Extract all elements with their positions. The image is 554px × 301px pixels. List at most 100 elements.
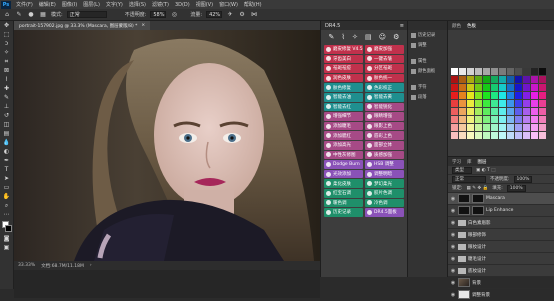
dodge-tool-icon[interactable]: ◐ [2,148,12,156]
image-canvas[interactable] [14,30,320,261]
swatch[interactable] [475,124,482,131]
brush-tool-icon[interactable]: ✎ [15,11,23,19]
layers-icon[interactable]: ▤ [365,33,372,41]
swatch[interactable] [475,108,482,115]
swatch[interactable] [467,100,474,107]
panel-shortcut-character[interactable]: 字符 [408,82,447,92]
brush-preset-icon[interactable]: ● [27,11,35,19]
menu-item-select[interactable]: 选择(S) [126,1,149,8]
wand-icon[interactable]: ✧ [352,33,358,41]
swatch[interactable] [507,124,514,131]
swatch[interactable] [531,68,538,75]
swatch[interactable] [483,92,490,99]
hand-tool-icon[interactable]: ✋ [2,193,12,201]
plugin-button[interactable]: 增强细节 [324,112,363,121]
panel-menu-icon[interactable]: ≡ [400,23,404,29]
swatch[interactable] [539,92,546,99]
swatch[interactable] [451,92,458,99]
swatch[interactable] [539,124,546,131]
swatch[interactable] [523,100,530,107]
user-icon[interactable]: ☺ [379,33,386,41]
tab-libraries[interactable]: 库 [467,159,472,165]
plugin-button[interactable]: 眼睛增强 [365,112,404,121]
swatch[interactable] [475,84,482,91]
plugin-button[interactable]: 胶片色调 [365,188,404,198]
swatch[interactable] [539,76,546,83]
eye-icon[interactable]: ◉ [450,232,456,238]
swatch[interactable] [459,100,466,107]
layer-row[interactable]: ◉ 底妆设计 [448,265,554,277]
plugin-button[interactable]: 智能去红 [324,102,363,112]
filter-icons-icon[interactable]: ▣ ◐ T ⬚ [476,168,495,173]
swatch[interactable] [523,84,530,91]
swatch[interactable] [467,132,474,139]
blend-mode-select[interactable]: 正常 [452,175,486,183]
plugin-button[interactable]: 梦幻柔光 [365,179,404,188]
swatch[interactable] [459,108,466,115]
swatch[interactable] [499,76,506,83]
swatch[interactable] [451,116,458,123]
plugin-button[interactable]: 智能去黄 [365,92,404,102]
brush-icon[interactable]: ✎ [329,33,335,41]
layer-row[interactable]: ◉ 睫毛设计 [448,253,554,265]
swatch[interactable] [539,132,546,139]
swatch[interactable] [491,108,498,115]
plugin-button[interactable]: 添加腮红 [324,131,363,140]
swatch[interactable] [507,84,514,91]
brush-tool-icon[interactable]: ✎ [2,94,12,102]
swatch[interactable] [491,100,498,107]
swatch[interactable] [475,92,482,99]
swatch[interactable] [459,68,466,75]
swatch[interactable] [451,68,458,75]
swatch[interactable] [499,132,506,139]
swatch[interactable] [483,124,490,131]
type-tool-icon[interactable]: T [2,166,12,174]
plugin-button[interactable]: 面部立体 [365,140,404,150]
swatch[interactable] [491,84,498,91]
swatch[interactable] [483,132,490,139]
swatch[interactable] [467,124,474,131]
swatch[interactable] [531,92,538,99]
plugin-button[interactable]: Dodge Burn [324,160,363,169]
plugin-button[interactable]: 眼影上色 [365,121,404,131]
plugin-button[interactable]: 牙齿美白 [324,54,363,64]
swatch[interactable] [475,116,482,123]
swatch[interactable] [531,84,538,91]
eye-icon[interactable]: ◉ [450,220,456,226]
swatch[interactable] [515,100,522,107]
layer-row[interactable]: ◉ Mascara [448,193,554,205]
swatch[interactable] [451,76,458,83]
swatch[interactable] [523,116,530,123]
swatch[interactable] [475,132,482,139]
plugin-button[interactable]: 唇彩上色 [365,131,404,140]
kind-filter-select[interactable]: 类型 [452,166,472,174]
swatch[interactable] [523,132,530,139]
swatch[interactable] [507,68,514,75]
plugin-button[interactable]: 光效添加 [324,169,363,179]
panel-shortcut-paragraph[interactable]: 段落 [408,92,447,102]
swatch[interactable] [523,124,530,131]
panel-shortcut-color[interactable]: 颜色面板 [408,66,447,76]
swatch[interactable] [459,116,466,123]
layer-row[interactable]: ◉ 背景 [448,277,554,289]
opacity-input[interactable]: 58% [150,11,167,18]
screen-mode-icon[interactable]: ▣ [2,244,12,252]
swatch[interactable] [507,100,514,107]
swatch[interactable] [539,100,546,107]
swatch[interactable] [483,68,490,75]
swatch[interactable] [515,124,522,131]
swatch[interactable] [499,68,506,75]
menu-item-file[interactable]: 文件(F) [13,1,36,8]
eraser-tool-icon[interactable]: ◫ [2,121,12,129]
layer-row[interactable]: ◉ Lip Enhance [448,205,554,217]
swatch[interactable] [507,116,514,123]
swatch[interactable] [475,68,482,75]
layer-mask-thumbnail[interactable] [472,194,484,203]
eye-icon[interactable]: ◉ [450,268,456,274]
plugin-button[interactable]: 历史记录 [324,208,363,217]
swatch[interactable] [523,92,530,99]
swatch[interactable] [499,84,506,91]
zoom-tool-icon[interactable]: ⌕ [2,202,12,210]
swatch[interactable] [523,108,530,115]
tab-layers[interactable]: 图层 [478,159,487,165]
